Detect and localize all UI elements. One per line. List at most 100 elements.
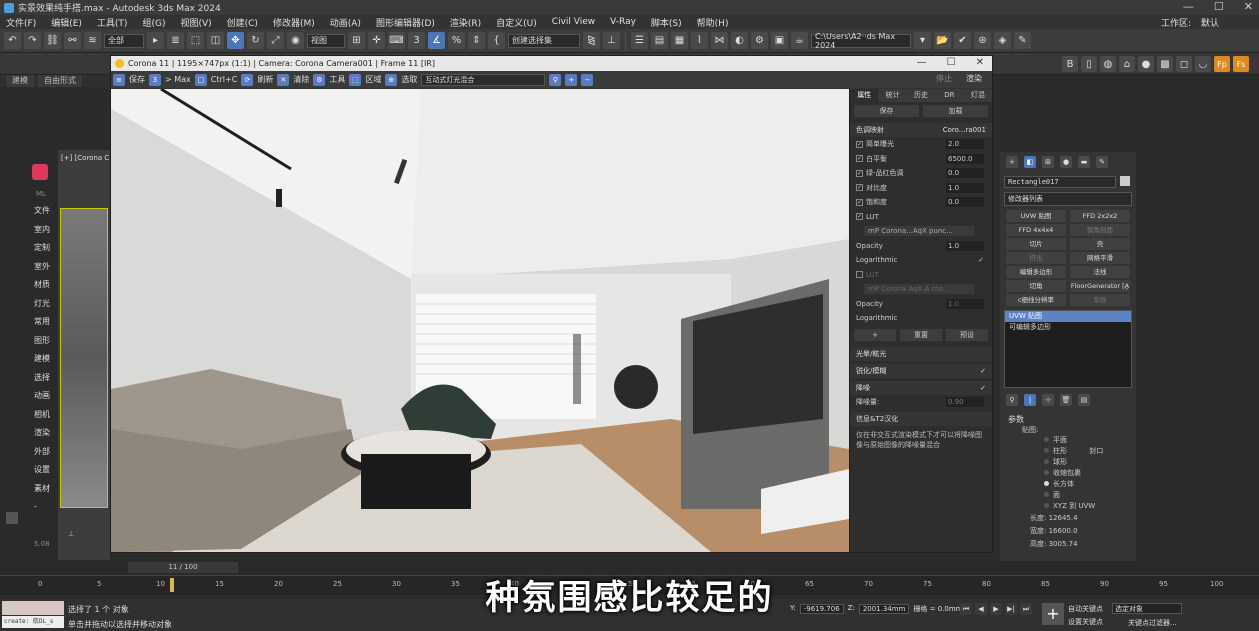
vfb-minimize-icon[interactable]: — <box>917 57 927 68</box>
vfb-render-button[interactable]: 渲染 <box>966 73 982 84</box>
vfb-tools-button[interactable]: 工具 <box>329 74 345 85</box>
undo-icon[interactable]: ↶ <box>4 32 21 49</box>
color-picker-icon[interactable]: ◈ <box>994 32 1011 49</box>
presets-button[interactable]: 预设 <box>946 328 988 341</box>
tab-dr[interactable]: DR <box>935 89 963 102</box>
angle-snap-icon[interactable]: ∡ <box>428 32 445 49</box>
rect-select-icon[interactable]: ⬚ <box>187 32 204 49</box>
minimize-icon[interactable]: — <box>1183 0 1194 13</box>
vfb-tools-icon[interactable]: ⚙ <box>313 73 326 86</box>
reference-coord-select[interactable]: 视图 <box>307 33 345 48</box>
project-folder-icon[interactable]: ▾ <box>914 32 931 49</box>
tab-properties[interactable]: 属性 <box>850 89 879 102</box>
edit-named-selection-icon[interactable]: { <box>488 32 505 49</box>
plugin-icon[interactable]: ⊛ <box>974 32 991 49</box>
configure-sets-icon[interactable]: ▤ <box>1078 394 1090 406</box>
motion-tab-icon[interactable]: ● <box>1060 156 1072 168</box>
height-input[interactable]: 3005.74 <box>1049 540 1078 548</box>
modifier-list-select[interactable]: 修改器列表 <box>1004 192 1132 206</box>
vfb-region-button[interactable]: 区域 <box>365 74 381 85</box>
vfb-refresh-button[interactable]: 刷新 <box>257 74 273 85</box>
make-unique-icon[interactable]: ⊹ <box>1042 394 1054 406</box>
select-object-icon[interactable]: ▸ <box>147 32 164 49</box>
menu-vray[interactable]: V-Ray <box>610 17 636 27</box>
stack-item-edit-poly[interactable]: 可编辑多边形 <box>1005 322 1131 333</box>
plugin-item-common[interactable]: 常用 <box>0 313 58 332</box>
vfb-max-icon[interactable]: 3 <box>149 73 161 86</box>
vfb-mode-select[interactable]: 互动式灯光混合 <box>421 73 546 86</box>
add-operator-button[interactable]: + <box>854 328 896 341</box>
material-editor-icon[interactable]: ◐ <box>731 32 748 49</box>
vfb-clear-button[interactable]: 清除 <box>293 74 309 85</box>
create-tab-icon[interactable]: + <box>1006 156 1018 168</box>
stack-item-uvw[interactable]: UVW 贴图 <box>1005 311 1131 322</box>
params-header[interactable]: 参数 <box>1004 414 1132 425</box>
mod-lathe[interactable]: 车削 <box>1070 294 1130 306</box>
tab-modeling[interactable]: 建模 <box>6 75 34 87</box>
input-tint[interactable]: 0.0 <box>946 168 984 179</box>
vfb-clear-icon[interactable]: ✕ <box>277 73 290 86</box>
tab-lightmix[interactable]: 灯混 <box>964 89 992 102</box>
input-contrast[interactable]: 1.0 <box>946 182 984 193</box>
checkbox-tint[interactable]: ✓ <box>856 169 863 177</box>
plugin-square-icon[interactable]: ◻ <box>1176 56 1192 72</box>
plugin-item-select[interactable]: 选择 <box>0 369 58 388</box>
checkbox-lut2[interactable] <box>856 271 863 279</box>
checkbox-saturation[interactable]: ✓ <box>856 198 863 206</box>
vfb-close-icon[interactable]: ✕ <box>976 57 984 68</box>
plugin-item-file[interactable]: 文件 <box>0 202 58 221</box>
vfb-to-max-button[interactable]: > Max <box>165 75 191 84</box>
radio-planar[interactable] <box>1044 437 1049 442</box>
width-input[interactable]: 16600.0 <box>1049 527 1078 535</box>
radio-box[interactable] <box>1044 481 1049 486</box>
maximize-icon[interactable]: ☐ <box>1214 0 1224 13</box>
mod-extrude[interactable]: 挤出 <box>1006 252 1066 264</box>
plugin-image-icon[interactable]: ▩ <box>1157 56 1173 72</box>
plugin-item-assets[interactable]: 素材 <box>0 480 58 499</box>
pin-stack-icon[interactable]: ⚲ <box>1006 394 1018 406</box>
plugin-palette-icon[interactable]: ◍ <box>1100 56 1116 72</box>
radio-xyz[interactable] <box>1044 503 1049 508</box>
input-denoise-amount[interactable]: 0.90 <box>946 396 984 407</box>
denoise-check[interactable]: ✓ <box>980 384 992 392</box>
input-saturation[interactable]: 0.0 <box>946 197 984 208</box>
vfb-copy-button[interactable]: Ctrl+C <box>211 75 238 84</box>
mod-ffd-4[interactable]: FFD 4x4x4 <box>1006 224 1066 236</box>
checkbox-exposure[interactable]: ✓ <box>856 140 863 148</box>
info-section[interactable]: 信息&T2汉化 <box>850 412 992 426</box>
plugin-file-icon[interactable]: ▯ <box>1081 56 1097 72</box>
menu-civil-view[interactable]: Civil View <box>552 17 595 27</box>
rotate-icon[interactable]: ↻ <box>247 32 264 49</box>
plugin-item-render[interactable]: 渲染 <box>0 424 58 443</box>
vfb-save-button[interactable]: 保存 <box>129 74 145 85</box>
vfb-region-icon[interactable]: ⬚ <box>349 73 362 86</box>
mapping-box[interactable]: 长方体 <box>1004 479 1132 490</box>
mod-subdivision[interactable]: c细线分辨率 <box>1006 294 1066 306</box>
plugin-bowl-icon[interactable]: ◡ <box>1195 56 1211 72</box>
plugin-item-modeling[interactable]: 建模 <box>0 350 58 369</box>
vfb-zoom-in-icon[interactable]: + <box>565 73 578 86</box>
menu-customize[interactable]: 自定义(U) <box>496 16 537 29</box>
vfb-zoom-out-icon[interactable]: − <box>581 73 594 86</box>
render-teapot-icon[interactable]: ☕ <box>791 32 808 49</box>
plugin-fs-icon[interactable]: Fs <box>1233 56 1249 72</box>
reset-button[interactable]: 重置 <box>900 328 942 341</box>
plugin-item-external[interactable]: 外部 <box>0 443 58 462</box>
checkbox-log[interactable]: ✓ <box>978 256 984 264</box>
tonemap-section[interactable]: 色调映射 Coro...ra001 <box>850 123 992 137</box>
menu-modifiers[interactable]: 修改器(M) <box>273 16 315 29</box>
bind-space-warp-icon[interactable]: ≋ <box>84 32 101 49</box>
utilities-tab-icon[interactable]: ✎ <box>1096 156 1108 168</box>
mod-bevel-profile[interactable]: 倒角剖面 <box>1070 224 1130 236</box>
load-preset-button[interactable]: 加载 <box>923 105 988 117</box>
mod-meshsmooth[interactable]: 网格平滑 <box>1070 252 1130 264</box>
open-folder-icon[interactable]: 📂 <box>934 32 951 49</box>
project-path-field[interactable]: C:\Users\A2··ds Max 2024 <box>811 32 911 50</box>
menu-file[interactable]: 文件(F) <box>6 16 36 29</box>
key-filters-button[interactable]: 关键点过滤器... <box>1128 618 1177 628</box>
radio-spherical[interactable] <box>1044 459 1049 464</box>
modify-tab-icon[interactable]: ◧ <box>1024 156 1036 168</box>
input-exposure[interactable]: 2.0 <box>946 139 984 150</box>
object-name-field[interactable]: Rectangle017 <box>1004 176 1116 188</box>
mapping-cylindrical[interactable]: 柱形 封口 <box>1004 446 1132 457</box>
